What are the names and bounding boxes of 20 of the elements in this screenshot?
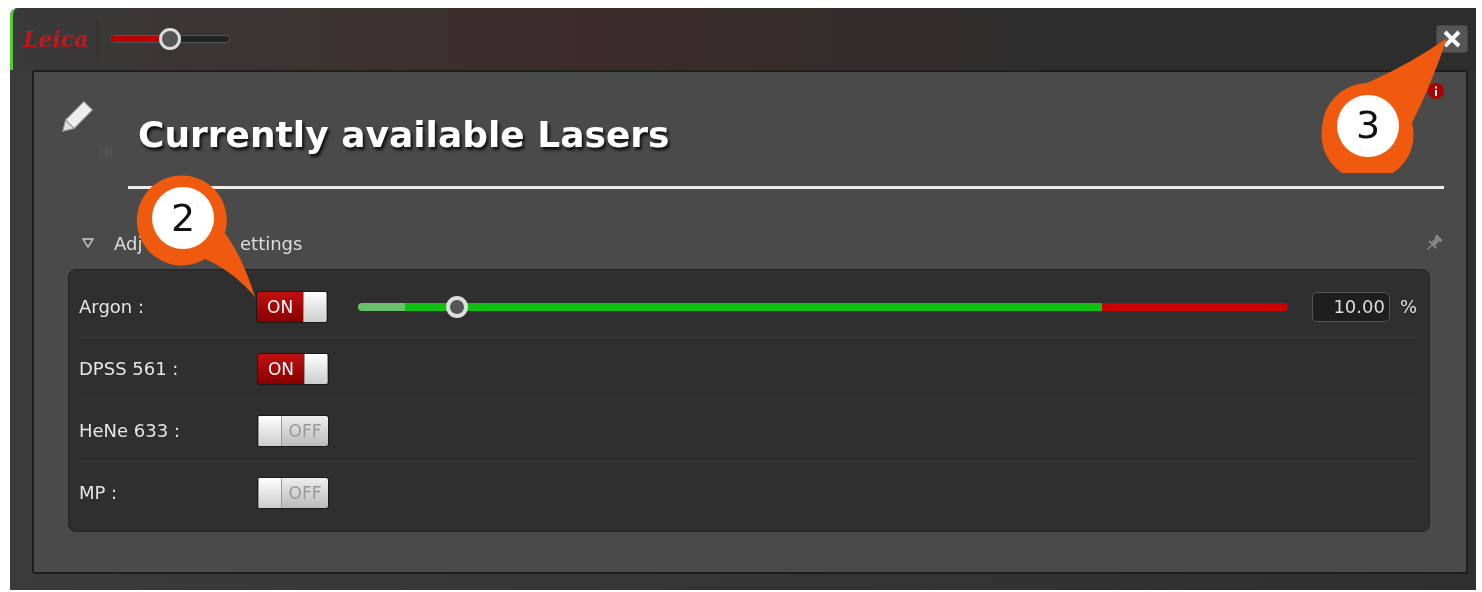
section-title-end: ettings <box>240 232 303 254</box>
close-button[interactable] <box>1436 25 1468 53</box>
info-icon[interactable] <box>1428 83 1444 99</box>
logo: Leica <box>23 26 90 52</box>
laser-name: DPSS 561 : <box>79 358 180 379</box>
toggle-switch[interactable]: ON <box>256 290 328 323</box>
laser-name: MP : <box>79 482 119 503</box>
laser-name: HeNe 633 : <box>79 420 181 441</box>
slider-thumb[interactable] <box>159 28 181 50</box>
unit-label: % <box>1399 296 1417 317</box>
zoom-slider[interactable] <box>110 28 230 50</box>
power-slider[interactable] <box>357 295 1288 318</box>
panel-title: Currently available Lasers <box>138 114 670 155</box>
section-title-start: Adj <box>114 232 144 254</box>
expand-triangle-icon[interactable] <box>82 238 94 248</box>
laser-name: Argon : <box>79 296 146 317</box>
power-field[interactable]: 10.00 <box>1311 291 1390 322</box>
slider-thumb[interactable] <box>446 295 469 318</box>
close-icon <box>1442 30 1462 48</box>
toggle-switch[interactable]: ON <box>257 352 329 385</box>
